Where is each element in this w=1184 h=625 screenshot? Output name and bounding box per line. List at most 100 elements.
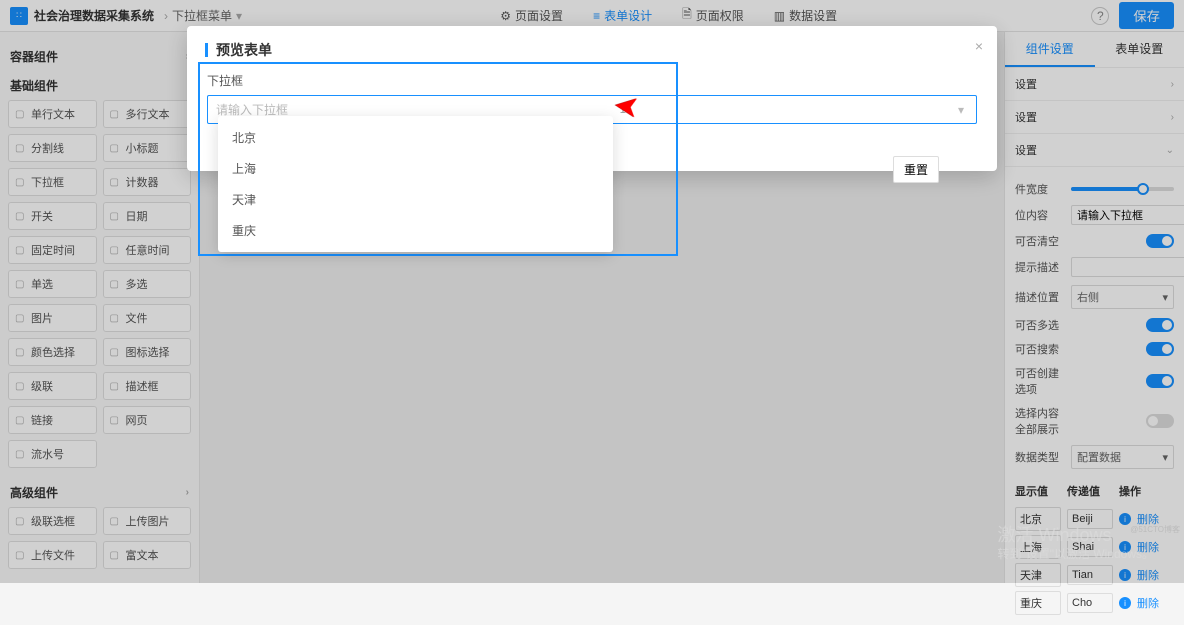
app-title: 社会治理数据采集系统 bbox=[34, 7, 154, 24]
table-row: 上海 Shaii 删除 bbox=[1015, 535, 1174, 559]
accordion-3[interactable]: 设置⌄ bbox=[1005, 134, 1184, 167]
display-value[interactable]: 北京 bbox=[1015, 507, 1061, 531]
fullshow-switch[interactable] bbox=[1146, 414, 1174, 428]
tab-component-settings[interactable]: 组件设置 bbox=[1005, 32, 1095, 67]
palette-chip[interactable]: ▢多行文本 bbox=[103, 100, 192, 128]
component-icon: ▢ bbox=[15, 381, 27, 392]
delete-link[interactable]: 删除 bbox=[1137, 595, 1159, 611]
palette-chip[interactable]: ▢分割线 bbox=[8, 134, 97, 162]
position-select[interactable]: 右侧▾ bbox=[1071, 285, 1174, 309]
palette-chip[interactable]: ▢级联选框 bbox=[8, 507, 97, 535]
accordion-2[interactable]: 设置› bbox=[1005, 101, 1184, 134]
create-switch[interactable] bbox=[1146, 374, 1174, 388]
breadcrumb[interactable]: 下拉框菜单 bbox=[172, 7, 232, 24]
nav-data-settings[interactable]: ▥数据设置 bbox=[774, 5, 837, 26]
option-tianjin[interactable]: 天津 bbox=[218, 184, 613, 215]
display-value[interactable]: 天津 bbox=[1015, 563, 1061, 587]
search-label: 可否搜索 bbox=[1015, 341, 1065, 357]
delete-link[interactable]: 删除 bbox=[1137, 567, 1159, 583]
palette-chip[interactable]: ▢描述框 bbox=[103, 372, 192, 400]
section-advanced[interactable]: 高级组件› bbox=[8, 478, 191, 507]
multi-switch[interactable] bbox=[1146, 318, 1174, 332]
pass-value[interactable]: Beiji bbox=[1067, 509, 1113, 529]
chevron-right-icon: › bbox=[1171, 79, 1174, 90]
palette-chip[interactable]: ▢单选 bbox=[8, 270, 97, 298]
tab-form-settings[interactable]: 表单设置 bbox=[1095, 32, 1184, 67]
nav-page-auth[interactable]: 🗎页面权限 bbox=[682, 5, 744, 26]
palette-chip[interactable]: ▢日期 bbox=[103, 202, 192, 230]
select-dropdown: 北京 上海 天津 重庆 bbox=[218, 116, 613, 252]
nav-tabs: ⚙页面设置 ≡表单设计 🗎页面权限 ▥数据设置 bbox=[246, 5, 1091, 26]
palette-chip[interactable]: ▢单行文本 bbox=[8, 100, 97, 128]
nav-page-settings[interactable]: ⚙页面设置 bbox=[500, 5, 563, 26]
save-button[interactable]: 保存 bbox=[1119, 2, 1174, 29]
close-icon[interactable]: × bbox=[975, 38, 983, 54]
component-icon: ▢ bbox=[15, 211, 27, 222]
tip-input[interactable] bbox=[1071, 257, 1184, 277]
datatype-select[interactable]: 配置数据▾ bbox=[1071, 445, 1174, 469]
component-icon: ▢ bbox=[110, 347, 122, 358]
help-icon[interactable]: ? bbox=[1091, 7, 1109, 25]
pass-value[interactable]: Cho bbox=[1067, 593, 1113, 613]
palette-chip[interactable]: ▢上传文件 bbox=[8, 541, 97, 569]
palette-chip[interactable]: ▢固定时间 bbox=[8, 236, 97, 264]
multi-label: 可否多选 bbox=[1015, 317, 1065, 333]
palette-chip[interactable]: ▢上传图片 bbox=[103, 507, 192, 535]
search-switch[interactable] bbox=[1146, 342, 1174, 356]
palette-chip[interactable]: ▢颜色选择 bbox=[8, 338, 97, 366]
position-label: 描述位置 bbox=[1015, 289, 1065, 305]
palette-chip[interactable]: ▢图标选择 bbox=[103, 338, 192, 366]
section-basic[interactable]: 基础组件 bbox=[8, 71, 191, 100]
palette-chip[interactable]: ▢计数器 bbox=[103, 168, 192, 196]
width-slider[interactable] bbox=[1071, 187, 1174, 191]
palette-chip[interactable]: ▢多选 bbox=[103, 270, 192, 298]
section-extension[interactable]: 扩展组件› bbox=[8, 579, 191, 583]
modal-title: 预览表单 bbox=[216, 40, 272, 60]
component-icon: ▢ bbox=[110, 313, 122, 324]
component-icon: ▢ bbox=[15, 415, 27, 426]
component-icon: ▢ bbox=[15, 109, 27, 120]
component-icon: ▢ bbox=[15, 347, 27, 358]
chevron-down-icon: ▾ bbox=[1162, 451, 1168, 464]
placeholder-input[interactable] bbox=[1071, 205, 1184, 225]
palette-chip[interactable]: ▢小标题 bbox=[103, 134, 192, 162]
display-value[interactable]: 重庆 bbox=[1015, 591, 1061, 615]
palette-chip[interactable]: ▢开关 bbox=[8, 202, 97, 230]
chevron-down-icon: ▾ bbox=[958, 103, 968, 117]
app-logo: ∷ bbox=[10, 7, 28, 25]
display-value[interactable]: 上海 bbox=[1015, 535, 1061, 559]
info-icon[interactable]: i bbox=[1119, 597, 1131, 609]
component-icon: ▢ bbox=[110, 415, 122, 426]
option-shanghai[interactable]: 上海 bbox=[218, 153, 613, 184]
component-palette: 容器组件› 基础组件 ▢单行文本▢多行文本▢分割线▢小标题▢下拉框▢计数器▢开关… bbox=[0, 32, 200, 583]
info-icon[interactable]: i bbox=[1119, 569, 1131, 581]
section-container[interactable]: 容器组件› bbox=[8, 42, 191, 71]
delete-link[interactable]: 删除 bbox=[1137, 539, 1159, 555]
palette-chip[interactable]: ▢富文本 bbox=[103, 541, 192, 569]
palette-chip[interactable]: ▢流水号 bbox=[8, 440, 97, 468]
chart-icon: ▥ bbox=[774, 9, 785, 23]
palette-chip[interactable]: ▢任意时间 bbox=[103, 236, 192, 264]
info-icon[interactable]: i bbox=[1119, 541, 1131, 553]
component-icon: ▢ bbox=[110, 381, 122, 392]
palette-chip[interactable]: ▢图片 bbox=[8, 304, 97, 332]
table-row: 天津 Tiani 删除 bbox=[1015, 563, 1174, 587]
palette-chip[interactable]: ▢下拉框 bbox=[8, 168, 97, 196]
width-label: 件宽度 bbox=[1015, 181, 1065, 197]
pass-value[interactable]: Tian bbox=[1067, 565, 1113, 585]
palette-chip[interactable]: ▢链接 bbox=[8, 406, 97, 434]
gear-icon: ⚙ bbox=[500, 9, 511, 23]
component-icon: ▢ bbox=[110, 177, 122, 188]
palette-chip[interactable]: ▢文件 bbox=[103, 304, 192, 332]
accordion-1[interactable]: 设置› bbox=[1005, 68, 1184, 101]
pass-value[interactable]: Shai bbox=[1067, 537, 1113, 557]
text-cursor-icon: I bbox=[619, 103, 626, 117]
clearable-switch[interactable] bbox=[1146, 234, 1174, 248]
component-icon: ▢ bbox=[110, 109, 122, 120]
option-beijing[interactable]: 北京 bbox=[218, 122, 613, 153]
option-chongqing[interactable]: 重庆 bbox=[218, 215, 613, 246]
palette-chip[interactable]: ▢级联 bbox=[8, 372, 97, 400]
info-icon[interactable]: i bbox=[1119, 513, 1131, 525]
palette-chip[interactable]: ▢网页 bbox=[103, 406, 192, 434]
reset-button[interactable]: 重置 bbox=[893, 156, 939, 183]
